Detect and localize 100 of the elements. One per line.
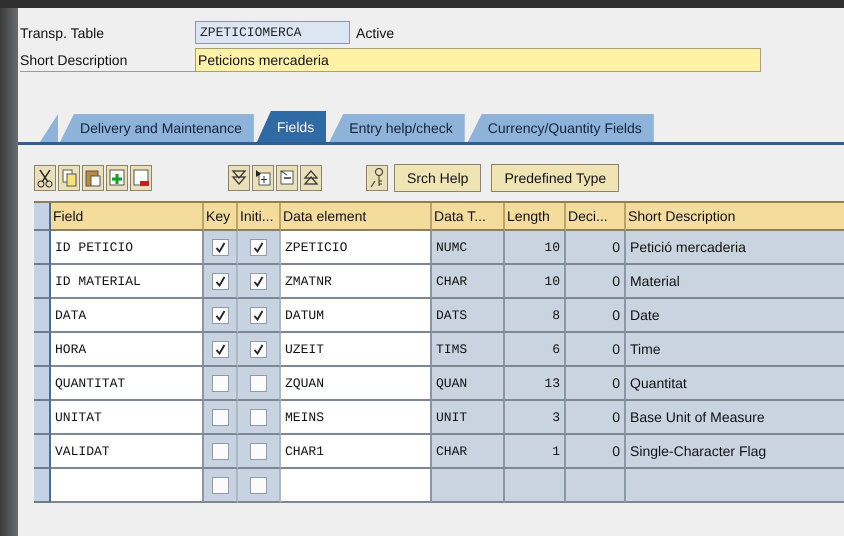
check-icon — [214, 242, 226, 252]
chevron-down-icon[interactable] — [228, 165, 250, 191]
table-cell[interactable]: ZPETICIO — [281, 231, 432, 265]
table-cell[interactable]: ID PETICIO — [51, 231, 204, 265]
toolbar-button[interactable]: Predefined Type — [491, 164, 620, 192]
row-selector[interactable] — [34, 231, 51, 265]
checkbox[interactable] — [250, 340, 267, 358]
column-header[interactable]: Key — [204, 203, 238, 231]
checkbox[interactable] — [250, 408, 267, 426]
table-cell: 10 — [505, 265, 566, 299]
table-cell[interactable]: CHAR1 — [281, 435, 432, 469]
table-cell: 0 — [566, 367, 626, 401]
tab[interactable]: Fields — [256, 111, 326, 142]
table-cell[interactable]: DATUM — [281, 299, 432, 333]
column-header[interactable]: Deci... — [566, 203, 626, 231]
column-header[interactable]: Length — [505, 203, 566, 231]
row-selector[interactable] — [34, 299, 51, 333]
checkbox[interactable] — [212, 442, 228, 460]
table-cell: 13 — [505, 367, 566, 401]
row-selector[interactable] — [34, 265, 51, 299]
key-icon[interactable] — [366, 165, 388, 191]
table-name-field[interactable]: ZPETICIOMERCA — [195, 21, 350, 44]
table-cell[interactable]: ZMATNR — [281, 265, 432, 299]
table-cell: 8 — [505, 299, 566, 333]
table-cell: CHAR — [432, 265, 505, 299]
table-cell: Time — [626, 333, 844, 367]
table-cell[interactable]: DATA — [51, 299, 204, 333]
check-icon — [253, 276, 264, 286]
insert-row-icon[interactable] — [106, 165, 128, 191]
insert-field-icon[interactable] — [252, 165, 274, 191]
scissors-icon[interactable] — [34, 165, 56, 191]
table-cell[interactable]: QUANTITAT — [51, 367, 204, 401]
status-text: Active — [356, 24, 396, 40]
select-all-handle[interactable] — [34, 203, 51, 231]
check-icon — [214, 344, 226, 354]
tab[interactable]: Currency/Quantity Fields — [468, 114, 654, 142]
table-cell[interactable]: VALIDAT — [51, 435, 204, 469]
table-cell: 3 — [505, 401, 566, 435]
checkbox[interactable] — [212, 374, 228, 392]
checkbox[interactable] — [212, 340, 228, 358]
table-cell: 0 — [566, 231, 626, 265]
check-icon — [214, 310, 226, 320]
column-header[interactable]: Data T... — [432, 203, 505, 231]
table-cell: Quantitat — [626, 367, 844, 401]
row-selector[interactable] — [34, 469, 51, 503]
toolbar-button[interactable]: Srch Help — [394, 164, 482, 192]
table-cell: 0 — [566, 265, 626, 299]
checkbox[interactable] — [212, 272, 228, 290]
table-cell: CHAR — [432, 435, 505, 469]
row-selector[interactable] — [34, 333, 51, 367]
table-cell: NUMC — [432, 231, 505, 265]
table-cell: 1 — [505, 435, 566, 469]
checkbox[interactable] — [250, 306, 267, 324]
table-cell[interactable]: HORA — [51, 333, 204, 367]
table-cell[interactable]: ZQUAN — [281, 367, 432, 401]
checkbox[interactable] — [250, 272, 267, 290]
field-label: Transp. Table — [20, 24, 106, 43]
checkbox[interactable] — [212, 476, 228, 494]
row-selector[interactable] — [34, 435, 51, 469]
checkbox[interactable] — [250, 238, 267, 256]
checkbox[interactable] — [250, 476, 267, 494]
check-icon — [214, 276, 226, 286]
description-field[interactable]: Peticions mercaderia — [195, 48, 761, 72]
remove-field-icon[interactable] — [276, 165, 298, 191]
check-icon — [253, 310, 264, 320]
row-selector[interactable] — [34, 401, 51, 435]
table-cell: Single-Character Flag — [626, 435, 844, 469]
checkbox[interactable] — [250, 374, 267, 392]
table-cell: TIMS — [432, 333, 505, 367]
paste-icon[interactable] — [82, 165, 104, 191]
delete-row-icon[interactable] — [130, 165, 152, 191]
checkbox[interactable] — [212, 408, 228, 426]
table-cell: 0 — [566, 435, 626, 469]
table-cell: QUAN — [432, 367, 505, 401]
column-header[interactable]: Initi... — [238, 203, 281, 231]
row-selector[interactable] — [34, 367, 51, 401]
checkbox[interactable] — [250, 442, 267, 460]
tab[interactable]: Delivery and Maintenance — [60, 114, 254, 142]
table-cell: 0 — [566, 401, 626, 435]
table-cell[interactable]: MEINS — [281, 401, 432, 435]
tab[interactable]: Entry help/check — [329, 114, 465, 142]
table-cell: 0 — [566, 333, 626, 367]
table-cell: UNIT — [432, 401, 505, 435]
check-icon — [253, 242, 264, 252]
table-cell: DATS — [432, 299, 505, 333]
column-header[interactable]: Data element — [281, 203, 432, 231]
table-cell: Petició mercaderia — [626, 231, 844, 265]
table-cell: Base Unit of Measure — [626, 401, 844, 435]
column-header[interactable]: Short Description — [626, 203, 844, 231]
chevron-up-icon[interactable] — [300, 165, 322, 191]
checkbox[interactable] — [212, 238, 228, 256]
table-cell[interactable]: ID MATERIAL — [51, 265, 204, 299]
copy-icon[interactable] — [58, 165, 80, 191]
table-cell: Material — [626, 265, 844, 299]
table-cell[interactable]: UNITAT — [51, 401, 204, 435]
table-cell: Date — [626, 299, 844, 333]
table-cell: 6 — [505, 333, 566, 367]
table-cell[interactable]: UZEIT — [281, 333, 432, 367]
checkbox[interactable] — [212, 306, 228, 324]
column-header[interactable]: Field — [51, 203, 204, 231]
